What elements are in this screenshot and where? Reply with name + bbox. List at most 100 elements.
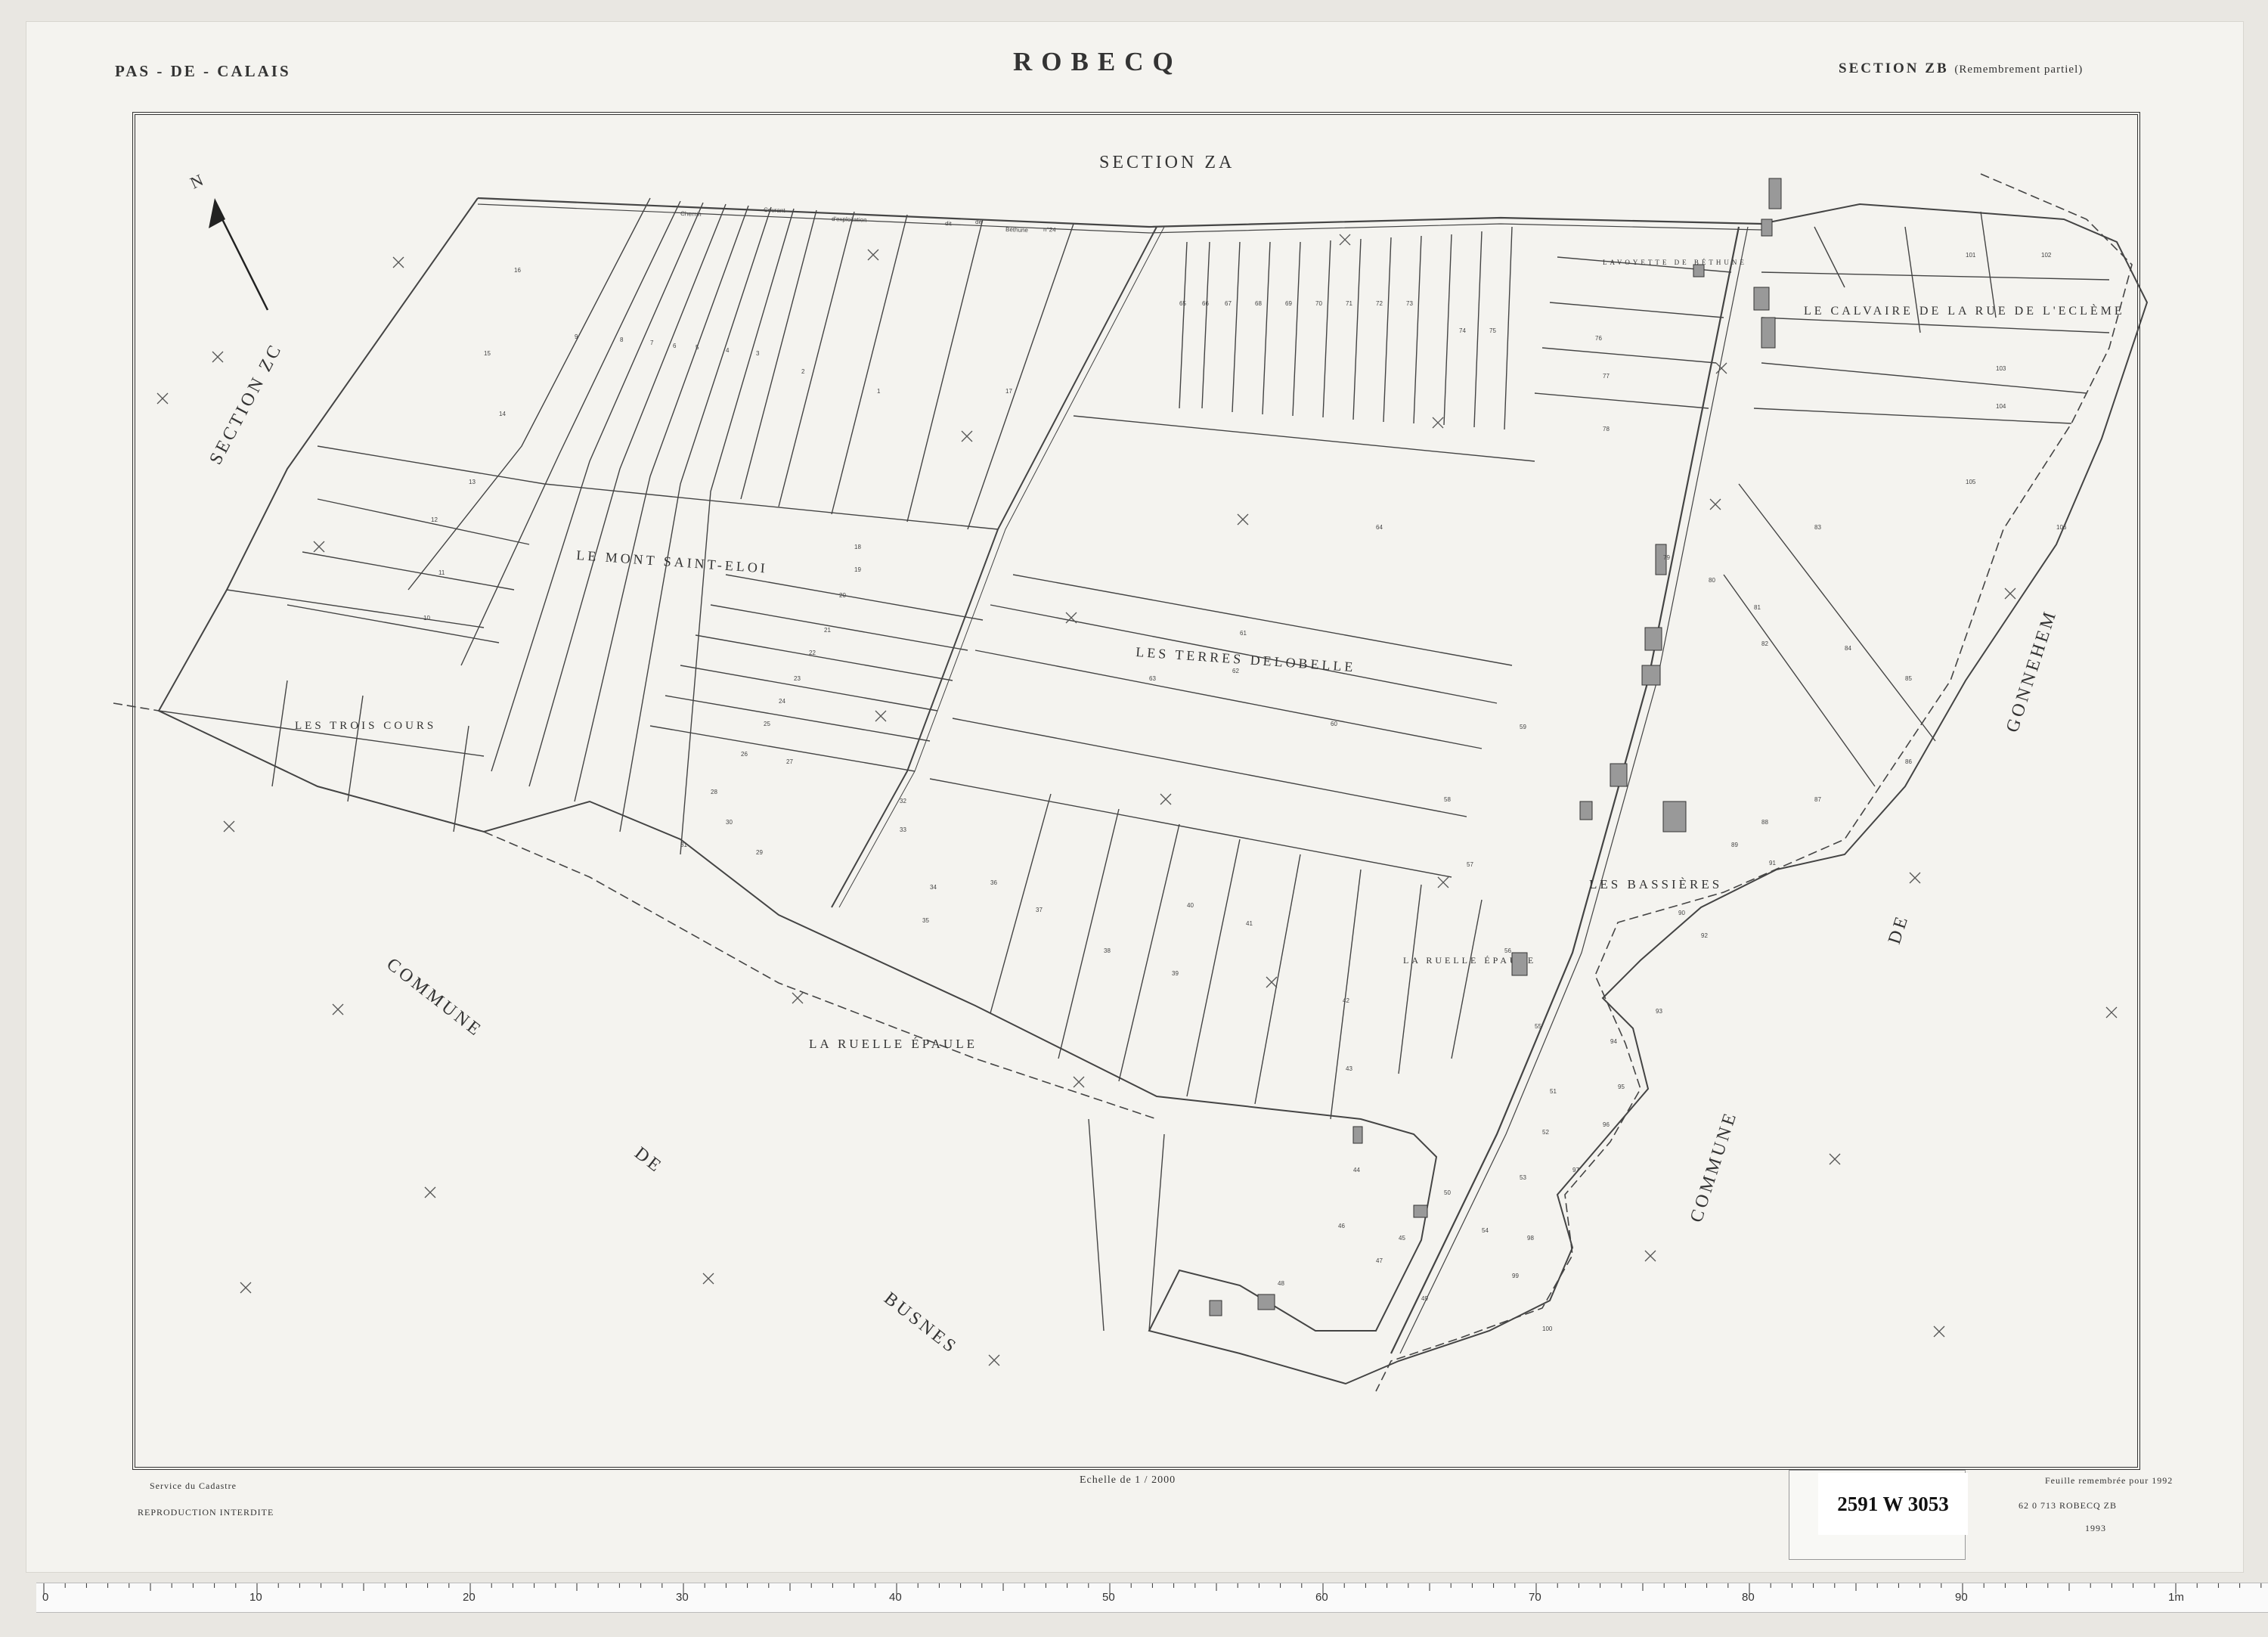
parcel-number: 90 [1678,910,1685,916]
parcel-number: 22 [809,650,816,656]
commune-label-word: GONNEHEM [2003,607,2061,735]
parcel-number: 16 [514,267,521,274]
parcel-number: 21 [824,627,831,634]
parcel-number: 57 [1467,861,1473,868]
parcel-number: 23 [794,675,801,682]
commune-label-word: DE [1885,912,1913,947]
road-name-word: Courant [764,206,786,214]
ruler-label: 1m [2168,1591,2184,1604]
parcel-number: 3 [756,350,760,357]
parcel-number: 52 [1542,1129,1549,1136]
parcel-number: 40 [1187,902,1194,909]
parcel-number: 71 [1346,300,1352,307]
parcel-number: 102 [2041,252,2052,259]
locality-label: LAVOYETTE DE BÉTHUNE [1603,259,1747,266]
parcel-number: 1 [877,388,881,395]
lane-line [831,226,1157,908]
parcel-number: 48 [1278,1280,1284,1287]
parcel-number: 20 [839,592,846,599]
locality-label: LE CALVAIRE DE LA RUE DE L'ECLÈME [1804,303,2125,318]
section-zc-label: SECTION ZC [206,339,287,467]
parcel-number: 91 [1769,860,1776,867]
road-name-word: de [975,219,983,225]
parcel-number: 47 [1376,1257,1383,1264]
parcel-number: 10 [423,615,430,622]
parcel-number: 73 [1406,300,1413,307]
road-name-word: n°24 [1043,226,1056,234]
parcel-number: 97 [1572,1167,1579,1173]
parcel-number: 44 [1353,1167,1360,1173]
parcel-number: 45 [1399,1235,1405,1242]
parcel-number: 72 [1376,300,1383,307]
ruler-label: 40 [889,1591,902,1604]
scale-label: Echelle de 1 / 2000 [1080,1474,1176,1486]
parcel-number: 88 [1761,819,1768,826]
parcel-number: 50 [1444,1189,1451,1196]
parcel-number: 19 [854,566,861,573]
archive-label-card: 2591 W 3053 [1818,1473,1968,1535]
parcel-number: 83 [1814,524,1821,531]
parcel-number: 6 [673,343,677,349]
parcel-number: 9 [575,333,578,340]
parcel-number: 70 [1315,300,1322,307]
section-boundary [157,197,2149,1385]
parcel-number: 29 [756,849,763,856]
ruler-label: 20 [463,1591,476,1604]
parcel-number: 85 [1905,675,1912,682]
ruler-label: 10 [249,1591,262,1604]
parcel-number: 30 [726,819,733,826]
parcel-number: 104 [1996,403,2006,410]
locality-label: LE MONT SAINT-ELOI [576,547,769,576]
parcel-number: 37 [1036,907,1043,913]
parcel-number: 54 [1482,1227,1489,1234]
parcel-number: 81 [1754,604,1761,611]
ruler-label: 50 [1102,1591,1115,1604]
locality-label: LES TROIS COURS [295,720,436,732]
locality-label: LA RUELLE ÉPAULE [809,1037,978,1051]
parcel-number: 32 [900,798,906,805]
road-name-word: Chemin [680,210,702,218]
parcel-number: 98 [1527,1235,1534,1242]
parcel-number: 82 [1761,640,1768,647]
parcel-number: 51 [1550,1088,1557,1095]
commune-label-word: COMMUNE [383,954,486,1041]
ruler-label: 30 [676,1591,689,1604]
ruler-ticks [43,1583,2262,1594]
parcel-number: 4 [726,347,730,354]
road-name-word: Béthune [1005,226,1029,234]
parcel-number: 12 [431,516,438,523]
parcel-number: 78 [1603,426,1610,433]
parcel-number: 2 [801,368,805,375]
parcel-number: 59 [1520,724,1526,730]
parcel-number: 7 [650,339,654,346]
parcel-number: 79 [1663,554,1670,561]
year-label: 1993 [2085,1523,2106,1533]
parcel-number: 92 [1701,932,1708,939]
sheet-reference: 62 0 713 ROBECQ ZB [2019,1500,2118,1511]
commune-label-word: COMMUNE [1687,1108,1741,1225]
parcel-number: 93 [1656,1008,1662,1015]
commune-boundary [113,702,1157,1120]
parcel-number: 103 [1996,365,2006,372]
locality-label: LES BASSIÈRES [1589,877,1722,891]
parcel-number: 87 [1814,796,1821,803]
ruler-label: 0 [42,1591,49,1604]
parcel-number: 42 [1343,997,1349,1004]
locality-label: LES TERRES DELOBELLE [1136,644,1356,674]
parcel-number: 14 [499,411,506,417]
reproduction-label: REPRODUCTION INTERDITE [138,1507,274,1518]
commune-boundary [1375,173,2133,1392]
north-arrow: N [187,169,269,311]
parcel-number: 56 [1504,947,1511,954]
parcel-number: 105 [1966,479,1976,485]
ruler-label: 90 [1955,1591,1968,1604]
remembree-label: Feuille remembrée pour 1992 [2045,1475,2174,1486]
north-label: N [187,169,209,192]
parcel-number: 96 [1603,1121,1610,1128]
parcel-number: 41 [1246,920,1253,927]
grid-crosses [156,234,2118,1366]
parcel-number: 55 [1535,1023,1541,1030]
commune-gonnehem-label: COMMUNE DE GONNEHEM [1687,607,2061,1225]
parcel-number: 65 [1179,300,1186,307]
parcel-number: 86 [1905,758,1912,765]
